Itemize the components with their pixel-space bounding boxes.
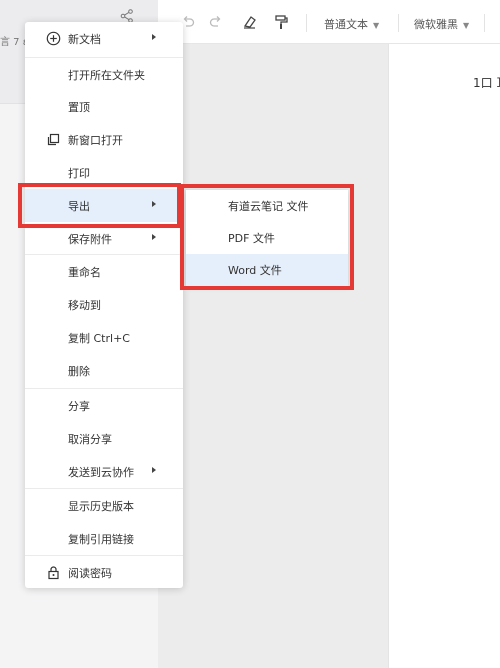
chevron-right-icon [152, 467, 156, 473]
redo-icon[interactable] [208, 14, 224, 30]
menu-item-label: 保存附件 [68, 232, 112, 246]
lock-icon [48, 566, 59, 580]
eraser-icon[interactable] [242, 14, 258, 30]
menu-item-label: 打印 [68, 166, 90, 180]
toolbar-separator [484, 14, 485, 32]
share-icon[interactable] [120, 9, 134, 23]
menu-item-cancel-share[interactable]: 取消分享 [25, 422, 183, 455]
new-window-icon [47, 133, 60, 146]
menu-item-open-new-window[interactable]: 新窗口打开 [25, 123, 183, 156]
menu-item-open-folder[interactable]: 打开所在文件夹 [25, 58, 183, 91]
menu-item-copy[interactable]: 复制 Ctrl+C [25, 321, 183, 354]
menu-item-new-document[interactable]: 新文档 [25, 22, 183, 55]
menu-item-label: 置顶 [68, 100, 90, 114]
chevron-right-icon [152, 234, 156, 240]
menu-item-read-password[interactable]: 阅读密码 [25, 556, 183, 589]
document-page[interactable]: 1口 耳 [388, 44, 500, 668]
document-content: 1口 耳 [473, 76, 500, 90]
editor-toolbar: 普通文本 ▼ 微软雅黑 ▼ [158, 0, 500, 44]
annotation-box-submenu [180, 184, 354, 290]
note-context-menu: 新文档 打开所在文件夹 置顶 新窗口打开 打印 导出 保存附件 重命名 移动到 … [25, 22, 183, 588]
menu-item-share[interactable]: 分享 [25, 389, 183, 422]
chevron-down-icon: ▼ [373, 21, 380, 30]
menu-item-move-to[interactable]: 移动到 [25, 288, 183, 321]
menu-item-label: 取消分享 [68, 432, 112, 446]
menu-item-label: 阅读密码 [68, 566, 112, 580]
toolbar-separator [306, 14, 307, 32]
toolbar-separator [398, 14, 399, 32]
menu-item-label: 移动到 [68, 298, 101, 312]
format-painter-icon[interactable] [273, 14, 289, 30]
menu-item-label: 新窗口打开 [68, 133, 123, 147]
menu-item-label: 打开所在文件夹 [68, 68, 145, 82]
menu-item-copy-link[interactable]: 复制引用链接 [25, 522, 183, 555]
menu-item-history[interactable]: 显示历史版本 [25, 489, 183, 522]
menu-item-label: 发送到云协作 [68, 465, 134, 479]
menu-item-label: 复制 Ctrl+C [68, 331, 130, 345]
menu-item-rename[interactable]: 重命名 [25, 255, 183, 288]
font-family-select[interactable]: 微软雅黑 ▼ [414, 16, 469, 32]
paragraph-format-value: 普通文本 [324, 18, 368, 31]
menu-item-label: 显示历史版本 [68, 499, 134, 513]
menu-item-send-to-collab[interactable]: 发送到云协作 [25, 455, 183, 488]
note-meta-text: 言 7 ε [0, 37, 29, 48]
font-family-value: 微软雅黑 [414, 18, 458, 31]
add-circle-icon [46, 31, 61, 46]
menu-item-label: 新文档 [68, 32, 101, 46]
menu-item-label: 删除 [68, 364, 90, 378]
menu-item-label: 重命名 [68, 265, 101, 279]
chevron-down-icon: ▼ [463, 21, 470, 30]
menu-item-pin-top[interactable]: 置顶 [25, 90, 183, 123]
chevron-right-icon [152, 34, 156, 40]
menu-item-label: 复制引用链接 [68, 532, 134, 546]
annotation-box-export [18, 183, 181, 228]
menu-item-label: 分享 [68, 399, 90, 413]
menu-item-delete[interactable]: 删除 [25, 354, 183, 387]
paragraph-format-select[interactable]: 普通文本 ▼ [324, 16, 379, 32]
